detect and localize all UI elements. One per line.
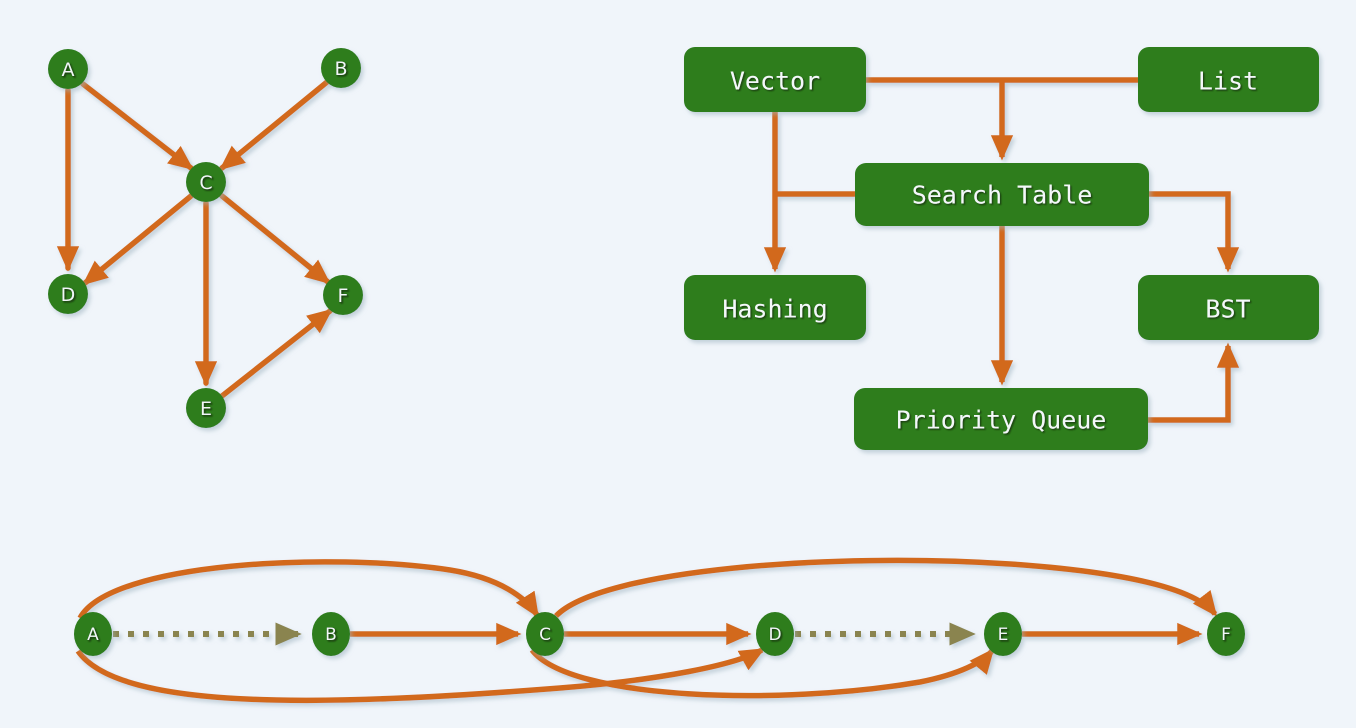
box-bst[interactable]: BST xyxy=(1138,275,1319,340)
graph-node-F[interactable]: F xyxy=(323,275,363,315)
diagram-canvas: A B C D E F Vector List Search Table Has… xyxy=(0,0,1356,728)
graph-node-E[interactable]: E xyxy=(984,612,1022,656)
diagram-svg-root: A B C D E F Vector List Search Table Has… xyxy=(0,0,1356,728)
node-label: A xyxy=(87,625,99,645)
node-label: C xyxy=(199,172,212,194)
box-hashing[interactable]: Hashing xyxy=(684,275,866,340)
graph-node-C[interactable]: C xyxy=(186,162,226,202)
node-label: F xyxy=(338,285,349,307)
graph-node-C[interactable]: C xyxy=(526,612,564,656)
box-priority-queue[interactable]: Priority Queue xyxy=(854,388,1148,450)
node-label: D xyxy=(768,625,781,645)
box-label: Hashing xyxy=(722,295,827,324)
graph-node-B[interactable]: B xyxy=(321,48,361,88)
box-vector[interactable]: Vector xyxy=(684,47,866,112)
node-label: E xyxy=(200,398,212,420)
box-label: Priority Queue xyxy=(896,406,1107,435)
box-search-table[interactable]: Search Table xyxy=(855,163,1149,226)
graph-node-A[interactable]: A xyxy=(48,49,88,89)
node-label: E xyxy=(998,625,1009,645)
graph-node-D[interactable]: D xyxy=(48,274,88,314)
graph-node-B[interactable]: B xyxy=(312,612,350,656)
box-label: Search Table xyxy=(912,181,1093,210)
graph-node-E[interactable]: E xyxy=(186,388,226,428)
box-label: Vector xyxy=(730,67,820,96)
box-label: BST xyxy=(1205,295,1250,324)
node-label: A xyxy=(62,59,75,81)
graph-node-D[interactable]: D xyxy=(756,612,794,656)
box-label: List xyxy=(1198,67,1258,96)
node-label: D xyxy=(61,284,76,306)
node-label: C xyxy=(539,625,551,645)
box-list[interactable]: List xyxy=(1138,47,1319,112)
node-label: B xyxy=(325,625,337,645)
node-label: B xyxy=(334,58,347,80)
graph-node-A[interactable]: A xyxy=(74,612,112,656)
graph-node-F[interactable]: F xyxy=(1207,612,1245,656)
node-label: F xyxy=(1221,625,1231,645)
